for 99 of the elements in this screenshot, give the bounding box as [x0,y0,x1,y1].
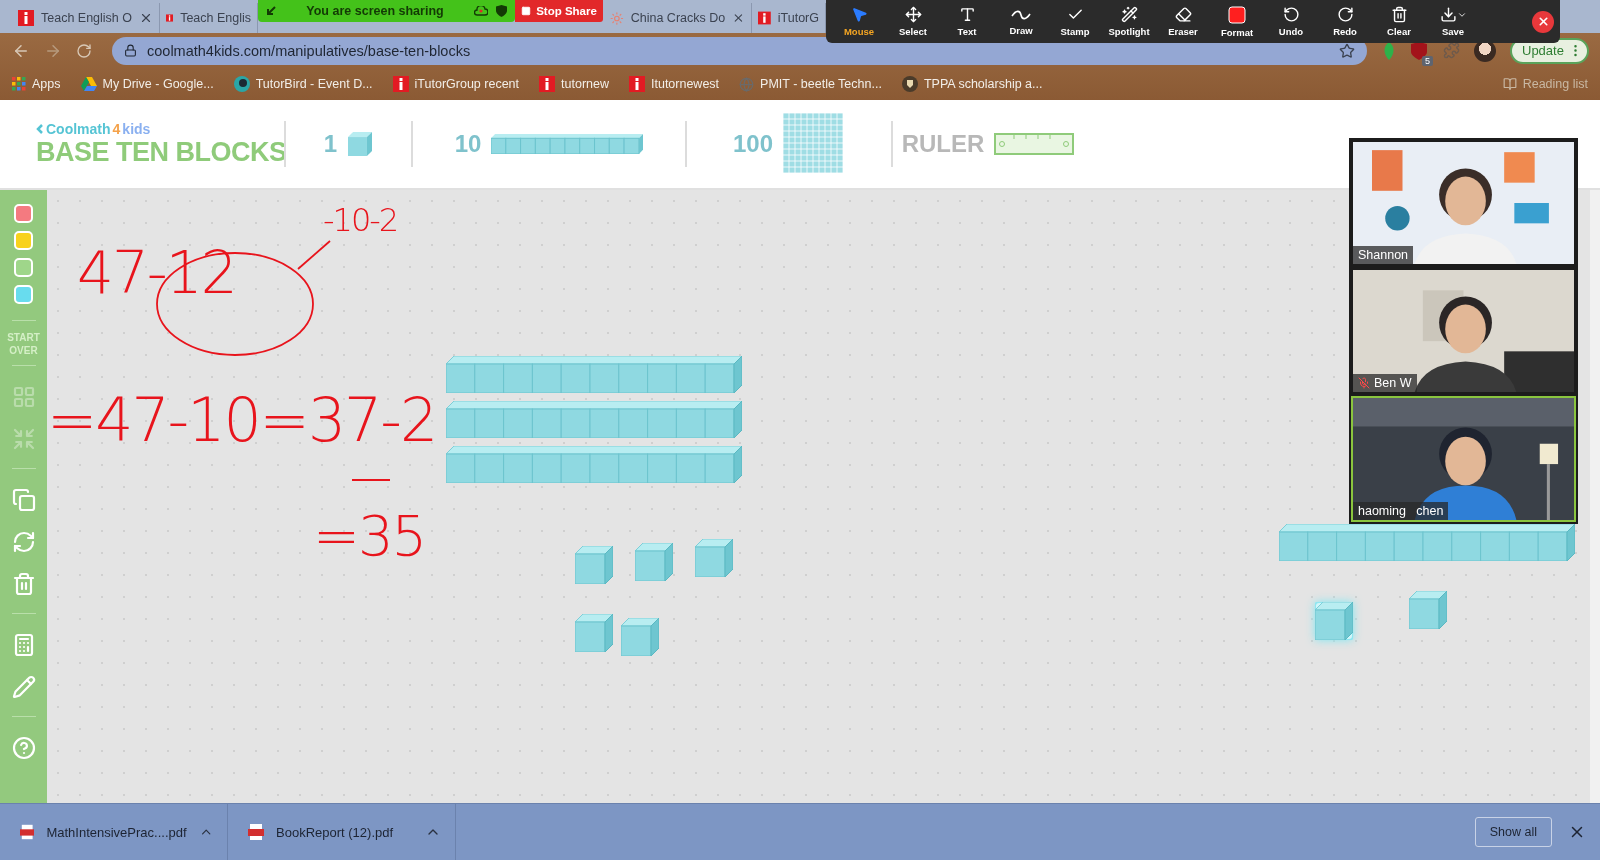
trash-icon [11,572,36,596]
close-icon[interactable] [732,11,745,25]
unit-cube-icon[interactable] [347,132,374,156]
download-item[interactable]: BookReport (12).pdf [228,804,456,860]
muted-mic-icon [1358,377,1370,389]
bird-icon [233,76,250,92]
color-swatch[interactable] [14,285,33,304]
trash-icon [1390,6,1408,23]
bookmark-link[interactable]: My Drive - Google... [80,77,214,91]
banner-message: You are screen sharing [305,4,445,18]
app-logo-icon [758,10,771,26]
redo-icon [1336,6,1354,23]
ten-rod[interactable] [1279,524,1575,561]
chevron-left-icon[interactable] [36,123,44,134]
reload-icon[interactable] [76,42,92,59]
app-logo-icon [392,76,409,92]
color-square-icon [1228,5,1246,24]
video-tile[interactable]: haoming chen [1351,396,1576,522]
ink-stroke [297,240,331,270]
unit-cube[interactable] [621,618,659,656]
block-label: RULER [901,130,985,158]
triangle-icon [80,77,97,91]
download-icon [1439,6,1457,23]
bookmark-link[interactable]: tutornew [539,76,609,92]
reading-list-link[interactable]: Reading list [1502,77,1588,91]
bookmark-link[interactable]: TPPA scholarship a... [901,76,1043,92]
close-icon[interactable] [139,11,153,25]
undo-icon [1282,6,1300,23]
ten-rod[interactable] [446,446,742,483]
pdf-file-icon [20,824,35,840]
participant-name: haoming chen [1353,502,1449,520]
shield-icon[interactable] [1411,41,1427,60]
handwritten-note: -10-2 [323,204,398,236]
participant-name: Shannon [1353,246,1414,264]
scrollbar[interactable] [1590,190,1600,803]
pointer-icon [850,6,868,23]
page-title: BASE TEN BLOCKS [36,136,284,168]
rotate-icon [11,530,36,554]
download-item[interactable]: MathIntensivePrac....pdf [0,804,228,860]
globe-icon [739,76,755,92]
eraser-icon [1174,6,1192,23]
block-label: 10 [454,130,482,158]
handwritten-note: =35 [313,508,426,564]
video-tile[interactable]: Ben W [1351,268,1576,394]
stop-share-button[interactable]: Stop Share [515,0,603,22]
color-swatch[interactable] [14,231,33,250]
app-logo-icon [629,76,645,92]
lock-icon [124,44,137,57]
block-label: 1 [323,130,338,158]
book-icon [1502,77,1517,91]
help-icon [11,736,36,760]
bookmark-link[interactable]: TutorBird - Event D... [233,76,373,92]
move-icon [904,6,922,23]
color-swatch[interactable] [14,204,33,223]
block-label: 100 [732,130,773,158]
duplicate-icon [11,488,36,512]
bookmark-star-icon[interactable] [1339,42,1355,59]
close-button[interactable] [1532,10,1554,33]
ten-rod[interactable] [446,401,742,438]
extension-badge: 5 [1422,55,1433,66]
handwritten-note: =47-10=37-2 [47,390,437,450]
shield-icon [496,5,507,17]
ten-rod[interactable] [446,356,742,393]
color-swatch[interactable] [14,258,33,277]
shrink-icon [11,427,36,451]
participant-name: Ben W [1353,374,1417,392]
app-logo-icon [539,76,556,92]
bookmark-link[interactable]: iTutorGroup recent [392,76,520,92]
apps-grid-icon [12,77,26,91]
pdf-file-icon [248,824,264,840]
bookmark-link[interactable]: PMIT - beetle Techn... [739,76,882,92]
close-icon [1536,15,1550,28]
show-all-button[interactable]: Show all [1474,817,1552,847]
puzzle-icon[interactable] [1443,42,1460,59]
annotation-tool[interactable]: Clear [1372,1,1426,42]
stop-icon [521,6,532,16]
unit-cube[interactable] [575,614,613,652]
arrow-icon [266,6,276,16]
annotation-tool[interactable]: Save [1426,1,1480,42]
bookmark-link[interactable]: Itutornewest [629,76,720,92]
cloud-icon [474,6,488,16]
add-grid-icon [11,385,36,409]
unit-cube[interactable] [1409,591,1447,629]
hundred-flat-icon[interactable] [783,113,845,175]
sun-icon [610,10,624,26]
unit-cube[interactable] [1315,602,1353,640]
unit-cube[interactable] [695,539,733,577]
unit-cube[interactable] [635,543,673,581]
underline-stroke [351,478,391,482]
video-tile[interactable]: Shannon [1351,140,1576,266]
ten-rod-icon[interactable] [491,134,644,154]
wand-icon [1120,6,1138,23]
app-logo-icon [18,10,34,26]
text-icon [958,6,976,23]
crest-icon [901,76,918,92]
ruler-icon[interactable] [994,133,1075,155]
pencil-icon [11,675,36,699]
bookmark-link[interactable]: Apps [12,77,61,91]
unit-cube[interactable] [575,546,613,584]
